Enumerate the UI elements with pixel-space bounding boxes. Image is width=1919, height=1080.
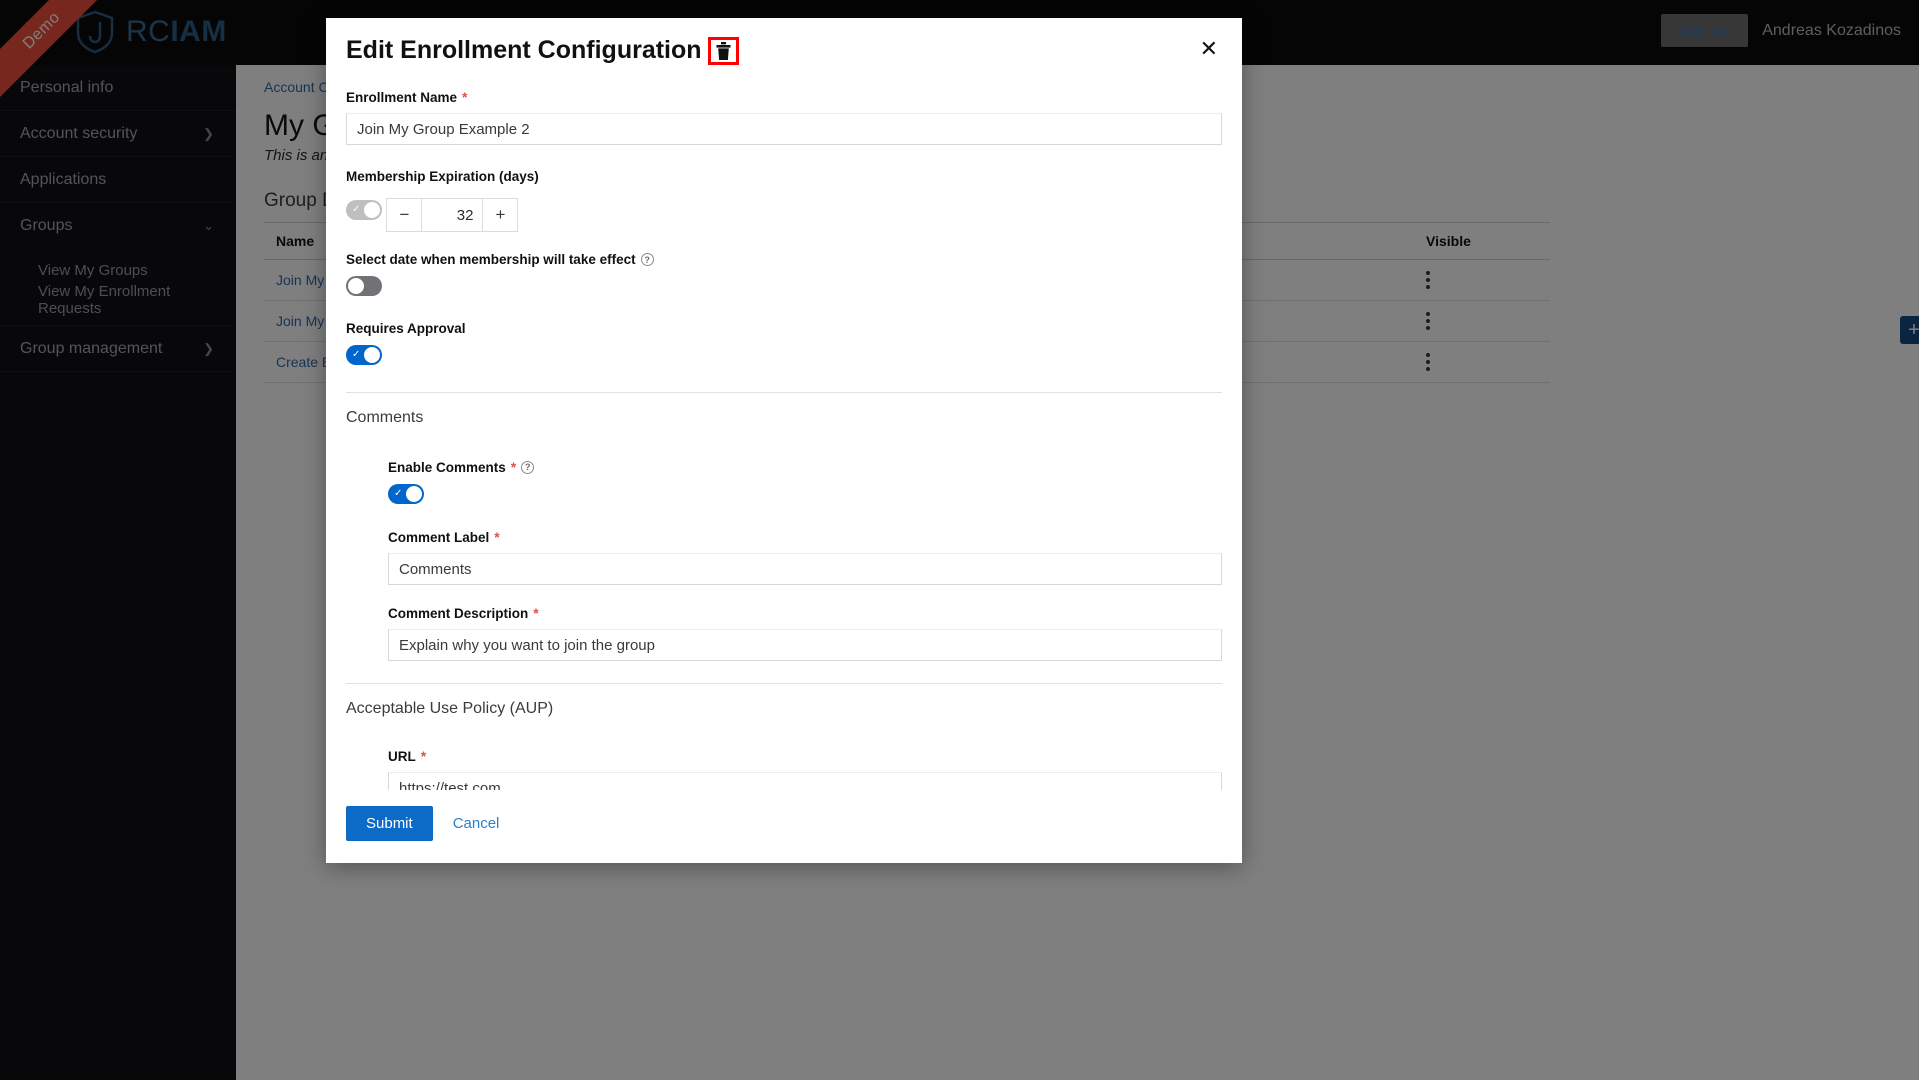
divider <box>346 392 1222 393</box>
submit-button[interactable]: Submit <box>346 806 433 841</box>
modal-body: Enrollment Name * Membership Expiration … <box>346 89 1222 814</box>
toggle-knob <box>406 486 422 502</box>
toggle-knob <box>364 202 380 218</box>
divider <box>346 683 1222 684</box>
check-icon: ✓ <box>352 349 361 360</box>
label-text: Membership Expiration (days) <box>346 169 539 184</box>
label-text: URL <box>388 748 416 764</box>
modal-footer: Submit Cancel <box>326 790 1242 863</box>
aup-url-label: URL * <box>388 748 1222 764</box>
label-text: Enable Comments <box>388 459 506 475</box>
comment-description-input[interactable] <box>388 629 1222 661</box>
field-comment-description: Comment Description * <box>388 605 1222 661</box>
label-text: Select date when membership will take ef… <box>346 252 636 267</box>
requires-approval-label: Requires Approval <box>346 321 1222 336</box>
field-comment-label: Comment Label * <box>388 529 1222 585</box>
label-text: Requires Approval <box>346 321 466 336</box>
required-asterisk: * <box>494 529 500 545</box>
toggle-knob <box>364 347 380 363</box>
comments-section-body: Enable Comments * ? ✓ Comment Label * Co… <box>388 459 1222 661</box>
label-text: Enrollment Name <box>346 89 458 105</box>
cancel-button[interactable]: Cancel <box>441 806 512 841</box>
enable-comments-label: Enable Comments * ? <box>388 459 1222 475</box>
aup-section-heading: Acceptable Use Policy (AUP) <box>346 700 554 717</box>
required-asterisk: * <box>510 459 517 475</box>
toggle-knob <box>348 278 364 294</box>
help-icon[interactable]: ? <box>640 253 654 266</box>
delete-enrollment-button[interactable] <box>707 36 739 65</box>
check-icon: ✓ <box>352 204 361 215</box>
enable-comments-toggle[interactable]: ✓ <box>388 484 424 504</box>
field-requires-approval: Requires Approval ✓ <box>346 321 1222 370</box>
membership-expiration-toggle[interactable]: ✓ <box>346 200 382 220</box>
enrollment-name-input[interactable] <box>346 113 1222 145</box>
stepper-decrement-button[interactable]: − <box>387 199 422 231</box>
comment-label-input[interactable] <box>388 553 1222 585</box>
check-icon: ✓ <box>394 488 403 499</box>
trash-icon <box>716 41 731 60</box>
edit-enrollment-configuration-modal: Edit Enrollment Configuration ✕ Enrollme… <box>326 18 1242 863</box>
field-enrollment-name: Enrollment Name * <box>346 89 1222 145</box>
modal-title: Edit Enrollment Configuration <box>346 36 702 64</box>
required-asterisk: * <box>462 89 468 105</box>
select-date-label: Select date when membership will take ef… <box>346 252 1222 267</box>
stepper-value[interactable]: 32 <box>421 199 484 231</box>
field-enable-comments: Enable Comments * ? ✓ <box>388 459 1222 509</box>
app-root: RCIAM Sign out Andreas Kozadinos Demo Pe… <box>0 0 1919 1080</box>
field-select-date: Select date when membership will take ef… <box>346 252 1222 301</box>
requires-approval-toggle[interactable]: ✓ <box>346 345 382 365</box>
comment-label-label: Comment Label * <box>388 529 1222 545</box>
required-asterisk: * <box>533 605 539 621</box>
membership-expiration-label: Membership Expiration (days) <box>346 169 1222 184</box>
field-membership-expiration: Membership Expiration (days) ✓ − 32 + <box>346 169 1222 232</box>
comment-description-label: Comment Description * <box>388 605 1222 621</box>
comments-section-heading: Comments <box>346 409 424 426</box>
select-date-toggle[interactable] <box>346 276 382 296</box>
required-asterisk: * <box>420 748 427 764</box>
modal-header: Edit Enrollment Configuration ✕ <box>346 18 1222 71</box>
enrollment-name-label: Enrollment Name * <box>346 89 1222 105</box>
help-icon[interactable]: ? <box>521 460 535 474</box>
stepper-increment-button[interactable]: + <box>483 199 518 231</box>
close-modal-button[interactable]: ✕ <box>1200 38 1218 60</box>
label-text: Comment Description <box>388 605 529 621</box>
label-text: Comment Label <box>388 529 490 545</box>
membership-expiration-stepper: − 32 + <box>386 198 519 232</box>
